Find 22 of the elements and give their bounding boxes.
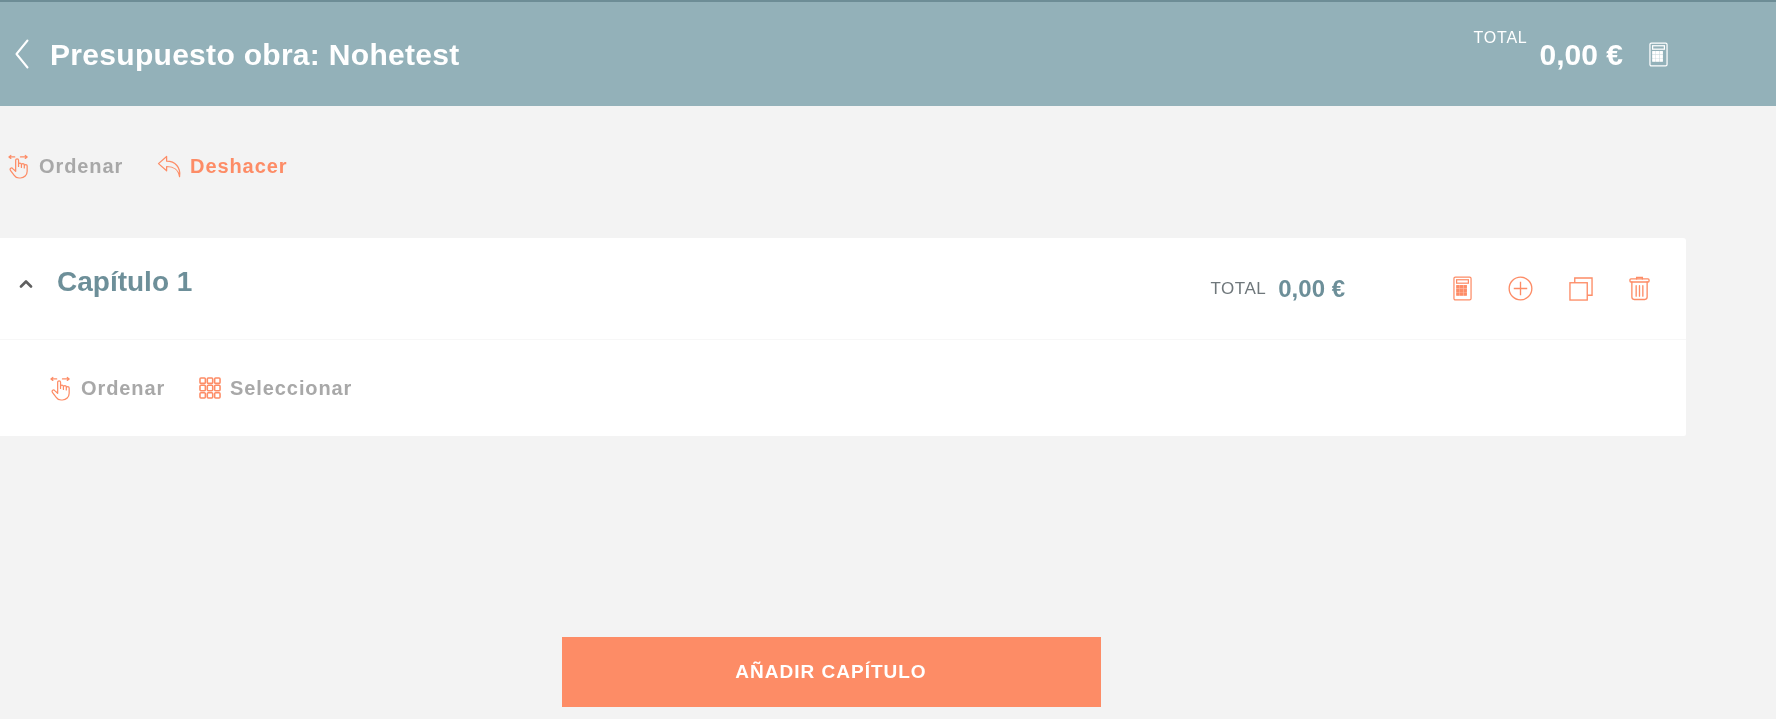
chapter-total-amount: 0,00 € xyxy=(1278,273,1345,304)
undo-icon xyxy=(157,154,183,178)
hand-swipe-icon xyxy=(8,153,31,179)
add-chapter-button[interactable]: AÑADIR CAPÍTULO xyxy=(561,637,1101,707)
add-circle-icon xyxy=(1508,276,1533,301)
copy-icon xyxy=(1569,276,1593,301)
add-button[interactable] xyxy=(1508,276,1533,301)
chevron-left-icon xyxy=(15,39,29,69)
calculator-icon xyxy=(1649,41,1668,67)
grid-icon xyxy=(199,376,223,400)
calculator-icon xyxy=(1453,276,1472,301)
duplicate-button[interactable] xyxy=(1569,276,1593,301)
page-title: Presupuesto obra: Nohetest xyxy=(50,36,460,73)
chapter-total-label: TOTAL xyxy=(1210,277,1267,300)
chapter-title: Capítulo 1 xyxy=(57,264,193,299)
calculator-button[interactable] xyxy=(1453,276,1472,301)
total-label: TOTAL xyxy=(1473,27,1528,48)
trash-icon xyxy=(1629,276,1650,301)
undo-button[interactable]: Deshacer xyxy=(157,151,288,181)
delete-button[interactable] xyxy=(1629,276,1650,301)
total-amount: 0,00 € xyxy=(1539,36,1623,73)
hand-swipe-icon xyxy=(50,375,73,401)
